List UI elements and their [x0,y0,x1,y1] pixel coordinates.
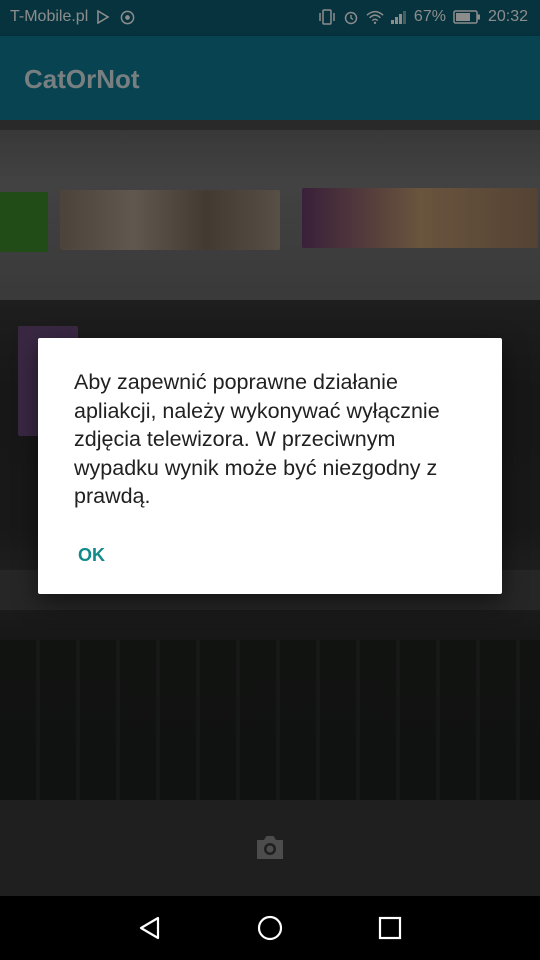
info-dialog: Aby zapewnić poprawne działanie apliakcj… [38,338,502,594]
back-icon[interactable] [134,912,166,944]
dialog-message: Aby zapewnić poprawne działanie apliakcj… [74,370,440,508]
navigation-bar [0,896,540,960]
ok-button[interactable]: OK [78,538,130,572]
home-icon[interactable] [254,912,286,944]
recents-icon[interactable] [374,912,406,944]
